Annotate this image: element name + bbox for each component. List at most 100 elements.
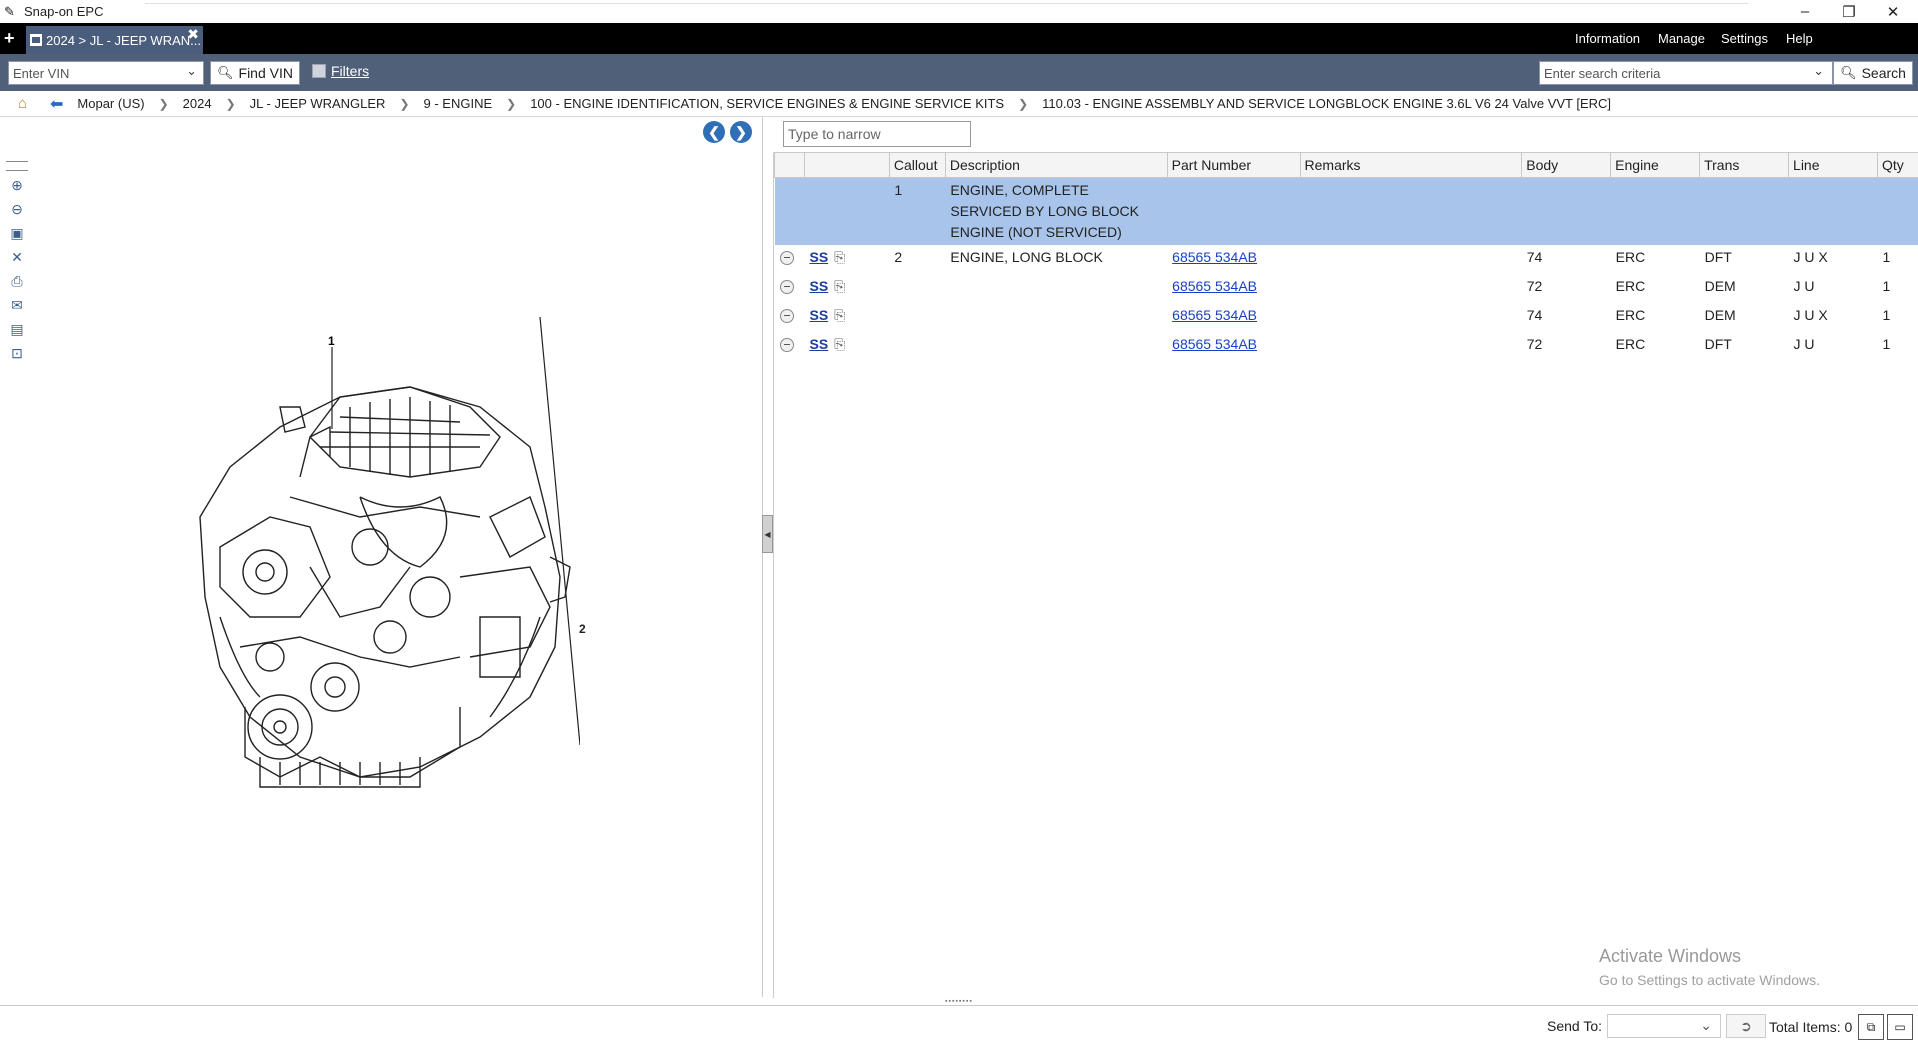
trans-cell: DEM: [1700, 274, 1789, 303]
menu-information[interactable]: Information: [1575, 23, 1640, 54]
description-cell: [945, 303, 1167, 332]
find-vin-label: Find VIN: [239, 65, 293, 81]
print-icon[interactable]: ⎙: [6, 271, 28, 291]
table-row[interactable]: SS⎘ 2 ENGINE, LONG BLOCK 68565 534AB 74 …: [775, 245, 1918, 274]
back-arrow-icon[interactable]: ⬅: [50, 94, 63, 114]
column-header-trans[interactable]: Trans: [1700, 153, 1789, 178]
filters-toggle[interactable]: Filters: [312, 63, 369, 79]
breadcrumb: ⌂ ⬅ Mopar (US) ❯ 2024 ❯ JL - JEEP WRANGL…: [0, 91, 1918, 117]
callout-leader-2: [540, 317, 580, 745]
minimize-button[interactable]: –: [1782, 0, 1828, 23]
maximize-panel-button[interactable]: ▭: [1887, 1014, 1913, 1040]
chevron-down-icon[interactable]: ⌄: [1813, 63, 1824, 79]
close-tab-icon[interactable]: ✖: [187, 26, 199, 43]
breadcrumb-item-group[interactable]: 9 - ENGINE: [424, 96, 493, 111]
fit-to-window-icon[interactable]: ▣: [6, 223, 28, 243]
add-to-list-icon[interactable]: [780, 309, 794, 323]
zoom-in-icon[interactable]: ⊕: [6, 175, 28, 195]
column-header-description[interactable]: Description: [945, 153, 1167, 178]
search-input[interactable]: Enter search criteria ⌄: [1539, 61, 1833, 85]
next-arrow-icon[interactable]: ❯: [730, 121, 752, 143]
trans-cell: DEM: [1700, 303, 1789, 332]
zoom-out-icon[interactable]: ⊖: [6, 199, 28, 219]
trans-cell: DFT: [1700, 332, 1789, 361]
home-icon[interactable]: ⌂: [18, 96, 36, 112]
column-header-qty[interactable]: Qty: [1877, 153, 1918, 178]
breadcrumb-item-model[interactable]: JL - JEEP WRANGLER: [250, 96, 386, 111]
part-number-link[interactable]: 68565 534AB: [1172, 307, 1257, 323]
column-header-icon[interactable]: [775, 153, 805, 178]
email-icon[interactable]: ✉: [6, 295, 28, 315]
callout-2[interactable]: 2: [579, 622, 586, 636]
engine-illustration[interactable]: 1: [160, 317, 580, 797]
attachment-icon[interactable]: ⎘: [834, 307, 845, 323]
table-cell: [1300, 178, 1522, 246]
restore-panel-button[interactable]: ⧉: [1858, 1014, 1884, 1040]
chevron-down-icon[interactable]: ⌄: [186, 63, 197, 79]
hotspot-icon[interactable]: ⊡: [6, 343, 28, 363]
column-header-engine[interactable]: Engine: [1611, 153, 1700, 178]
reset-zoom-icon[interactable]: ✕: [6, 247, 28, 267]
vin-input[interactable]: Enter VIN ⌄: [8, 61, 204, 85]
remarks-cell: [1300, 303, 1522, 332]
send-go-button[interactable]: ➲: [1726, 1014, 1766, 1038]
restore-button[interactable]: ❐: [1826, 0, 1872, 23]
table-cell: [1611, 178, 1700, 246]
description-cell: [945, 274, 1167, 303]
attachment-icon[interactable]: ⎘: [834, 249, 845, 265]
column-header-line[interactable]: Line: [1789, 153, 1878, 178]
table-cell: [775, 178, 805, 246]
menu-manage[interactable]: Manage: [1658, 23, 1705, 54]
part-number-link[interactable]: 68565 534AB: [1172, 336, 1257, 352]
table-row[interactable]: SS⎘ 68565 534AB 74 ERC DEM J U X 1: [775, 303, 1918, 332]
image-icon[interactable]: ▤: [6, 319, 28, 339]
table-row[interactable]: SS⎘ 68565 534AB 72 ERC DFT J U 1: [775, 332, 1918, 361]
breadcrumb-item-illustration[interactable]: 110.03 - ENGINE ASSEMBLY AND SERVICE LON…: [1042, 96, 1611, 111]
column-header-body[interactable]: Body: [1522, 153, 1611, 178]
pane-collapse-handle[interactable]: ◀: [762, 515, 773, 553]
find-vin-button[interactable]: 🔍︎ Find VIN: [210, 61, 300, 85]
tab-jeep-wrangler[interactable]: 2024 > JL - JEEP WRAN... ✖: [26, 26, 203, 54]
menu-help[interactable]: Help: [1786, 23, 1813, 54]
narrow-input[interactable]: Type to narrow: [783, 121, 971, 147]
add-to-list-icon[interactable]: [780, 338, 794, 352]
search-button[interactable]: 🔍︎ Search: [1833, 61, 1913, 85]
breadcrumb-item-section[interactable]: 100 - ENGINE IDENTIFICATION, SERVICE ENG…: [530, 96, 1004, 111]
part-number-link[interactable]: 68565 534AB: [1172, 278, 1257, 294]
ss-link[interactable]: SS: [809, 307, 828, 323]
remarks-cell: [1300, 274, 1522, 303]
chevron-down-icon[interactable]: ⌄: [1700, 1017, 1712, 1034]
send-to-select[interactable]: ⌄: [1607, 1014, 1721, 1038]
ss-link[interactable]: SS: [809, 336, 828, 352]
column-header-remarks[interactable]: Remarks: [1300, 153, 1522, 178]
table-row-selected[interactable]: 1 ENGINE, COMPLETE SERVICED BY LONG BLOC…: [775, 178, 1918, 246]
horizontal-resize-handle[interactable]: ▪▪▪▪▪▪▪▪: [945, 998, 975, 1004]
add-to-list-icon[interactable]: [780, 251, 794, 265]
filters-checkbox[interactable]: [312, 64, 326, 78]
attachment-icon[interactable]: ⎘: [834, 278, 845, 294]
table-row[interactable]: SS⎘ 68565 534AB 72 ERC DEM J U 1: [775, 274, 1918, 303]
ss-link[interactable]: SS: [809, 278, 828, 294]
filters-label[interactable]: Filters: [331, 63, 369, 79]
part-number-link[interactable]: 68565 534AB: [1172, 249, 1257, 265]
callout-1[interactable]: 1: [328, 334, 335, 348]
column-header-part-number[interactable]: Part Number: [1167, 153, 1300, 178]
add-to-list-icon[interactable]: [780, 280, 794, 294]
close-window-button[interactable]: ✕: [1870, 0, 1916, 23]
line-cell: J U: [1789, 274, 1878, 303]
qty-cell: 1: [1877, 303, 1918, 332]
previous-arrow-icon[interactable]: ❮: [703, 121, 725, 143]
line-cell: J U X: [1789, 303, 1878, 332]
drag-handle-icon[interactable]: [6, 161, 28, 171]
ss-link[interactable]: SS: [809, 249, 828, 265]
column-header-callout[interactable]: Callout: [889, 153, 945, 178]
new-tab-button[interactable]: +: [4, 28, 15, 48]
column-header-links[interactable]: [804, 153, 889, 178]
breadcrumb-item-mopar[interactable]: Mopar (US): [77, 96, 144, 111]
callout-cell: 1: [889, 178, 945, 246]
activation-watermark-title: Activate Windows: [1599, 946, 1741, 967]
menu-settings[interactable]: Settings: [1721, 23, 1768, 54]
breadcrumb-item-year[interactable]: 2024: [183, 96, 212, 111]
table-cell: [1700, 178, 1789, 246]
attachment-icon[interactable]: ⎘: [834, 336, 845, 352]
